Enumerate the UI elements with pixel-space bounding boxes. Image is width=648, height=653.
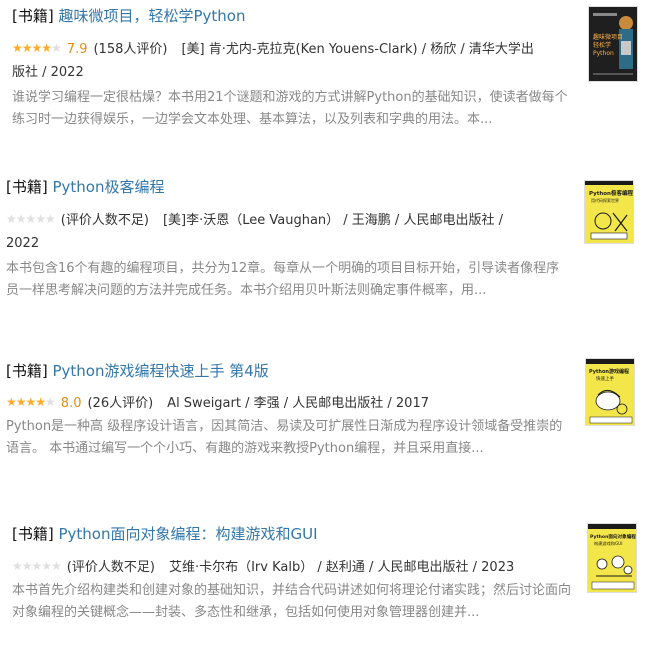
rating-count: (评价人数不足) [60,213,149,228]
rating-score: 8.0 [60,396,82,411]
svg-text:趣味微项目: 趣味微项目 [593,33,623,41]
rating-count: (158人评价) [93,42,168,57]
svg-text:Python面向对象编程: Python面向对象编程 [590,533,636,540]
result-title-line: [书籍] 趣味微项目，轻松学Python [12,6,246,26]
category-label: [书籍] [6,178,48,196]
result-title-line: [书籍] Python面向对象编程：构建游戏和GUI [12,524,318,544]
search-result: [书籍] Python游戏编程快速上手 第4版 ★★★★★ 8.0 (26人评价) A… [0,350,648,515]
category-label: [书籍] [6,362,48,380]
rating-publisher: ★★★★★ 8.0 (26人评价) Al Sweigart / 李强 / 人民邮电出版… [6,391,566,415]
book-abstract: 谁说学习编程一定很枯燥？本书用21个谜题和游戏的方式讲解Python的基础知识，… [12,90,568,127]
rating-publisher: ★★★★★ 7.9 (158人评价) [美] 肯·尤内-克拉克(Ken Youens-… [12,37,572,84]
book-abstract: Python是一种高 级程序设计语言，因其简洁、易读及可扩展性日渐成为程序设计领… [6,419,563,456]
publisher-info: 艾维·卡尔布（Irv Kalb） / 赵利通 / 人民邮电出版社 / 2023 [168,560,515,575]
rating-count: (26人评价) [87,396,154,411]
publisher-info-cont: 2022 [6,236,40,251]
svg-text:用代码探索世界: 用代码探索世界 [591,197,619,203]
book-cover-image[interactable]: Python极客编程 用代码探索世界 [584,180,634,244]
book-cover-image[interactable]: 趣味微项目 轻松学 Python [588,6,638,82]
rating-score: 7.9 [66,42,88,57]
result-title-line: [书籍] Python极客编程 [6,177,165,197]
search-result: [书籍] Python极客编程 ★★★★★ (评价人数不足) [美]李·沃恩（Lee… [0,170,648,340]
rating-publisher: ★★★★★ (评价人数不足) 艾维·卡尔布（Irv Kalb） / 赵利通 / 人民… [12,555,572,579]
book-title-link[interactable]: Python游戏编程快速上手 第4版 [53,362,269,380]
search-result: [书籍] Python面向对象编程：构建游戏和GUI ★★★★★ (评价人数不足)… [0,515,648,653]
rating-stars: ★★★★★ [6,212,56,226]
rating-publisher: ★★★★★ (评价人数不足) [美]李·沃恩（Lee Vaughan） / 王海鹏 … [6,208,566,255]
book-cover-image[interactable]: Python面向对象编程 构建游戏和GUI [587,523,637,593]
rating-stars: ★★★★★ [12,41,62,55]
book-title-link[interactable]: 趣味微项目，轻松学Python [59,7,246,25]
publisher-info: [美]李·沃恩（Lee Vaughan） / 王海鹏 / 人民邮电出版社 / [162,213,503,228]
svg-text:Python游戏编程: Python游戏编程 [589,368,629,375]
book-cover-image[interactable]: Python游戏编程 快速上手 [585,358,635,426]
svg-text:构建游戏和GUI: 构建游戏和GUI [594,540,622,547]
rating-stars: ★★★★★ [12,559,62,573]
book-abstract: 本书首先介绍构建类和创建对象的基础知识，并结合代码讲述如何将理论付诸实践；然后讨… [12,583,572,620]
publisher-info: [美] 肯·尤内-克拉克(Ken Youens-Clark) / 杨欣 / 清华… [181,42,534,57]
svg-text:Python: Python [593,50,614,57]
book-title-link[interactable]: Python面向对象编程：构建游戏和GUI [59,525,318,543]
publisher-info: Al Sweigart / 李强 / 人民邮电出版社 / 2017 [167,396,429,411]
rating-count: (评价人数不足) [66,560,155,575]
svg-text:Python极客编程: Python极客编程 [589,189,633,197]
result-title-line: [书籍] Python游戏编程快速上手 第4版 [6,361,269,381]
book-abstract: 本书包含16个有趣的编程项目，共分为12章。每章从一个明确的项目目标开始，引导读… [6,261,560,298]
category-label: [书籍] [12,7,54,25]
book-title-link[interactable]: Python极客编程 [53,178,165,196]
svg-text:轻松学: 轻松学 [593,41,611,49]
svg-text:快速上手: 快速上手 [596,375,614,382]
category-label: [书籍] [12,525,54,543]
rating-stars: ★★★★★ [6,395,56,409]
publisher-info-cont: 版社 / 2022 [12,65,84,80]
search-result: [书籍] 趣味微项目，轻松学Python ★★★★★ 7.9 (158人评价) [美]… [0,0,648,160]
